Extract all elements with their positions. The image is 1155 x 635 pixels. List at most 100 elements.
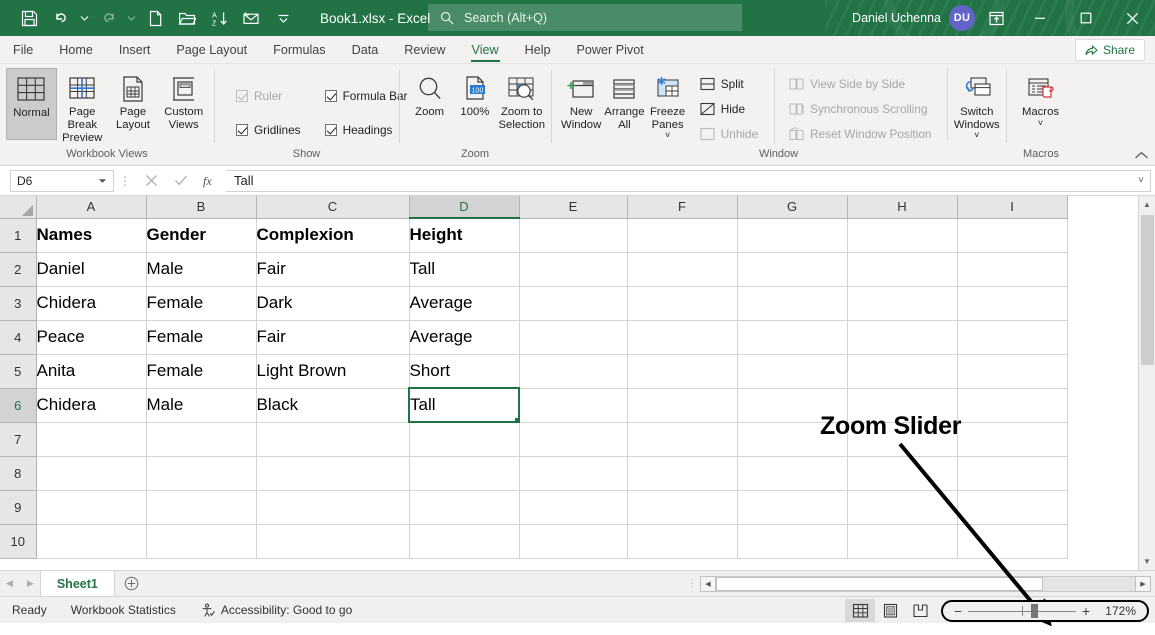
select-all-button[interactable] [0, 196, 36, 218]
name-box[interactable]: D6 [10, 170, 114, 192]
row-header-1[interactable]: 1 [0, 218, 36, 252]
expand-formula-bar-icon[interactable]: ˅ [1138, 175, 1150, 186]
collapse-ribbon-button[interactable] [1134, 151, 1149, 163]
new-file-icon[interactable] [140, 4, 170, 32]
split-button[interactable]: Split [696, 74, 762, 94]
cell-d10[interactable] [409, 524, 519, 558]
tab-help[interactable]: Help [512, 36, 564, 63]
cell-c5[interactable]: Light Brown [256, 354, 409, 388]
column-header-a[interactable]: A [36, 196, 146, 218]
macros-button[interactable]: Macros ˅ [1013, 68, 1069, 140]
cell-a3[interactable]: Chidera [36, 286, 146, 320]
custom-views-button[interactable]: Custom Views [158, 68, 209, 140]
column-header-c[interactable]: C [256, 196, 409, 218]
cell-h9[interactable] [847, 490, 957, 524]
cell-a6[interactable]: Chidera [36, 388, 146, 422]
cell-c1[interactable]: Complexion [256, 218, 409, 252]
cell-i8[interactable] [957, 456, 1067, 490]
cell-e7[interactable] [519, 422, 627, 456]
arrange-all-button[interactable]: Arrange All [603, 68, 645, 140]
cell-b4[interactable]: Female [146, 320, 256, 354]
row-header-5[interactable]: 5 [0, 354, 36, 388]
cell-c3[interactable]: Dark [256, 286, 409, 320]
column-header-d[interactable]: D [409, 196, 519, 218]
freeze-panes-button[interactable]: Freeze Panes ˅ [645, 68, 689, 140]
row-header-9[interactable]: 9 [0, 490, 36, 524]
page-break-preview-button-status[interactable] [905, 599, 935, 622]
cell-e1[interactable] [519, 218, 627, 252]
scroll-right-icon[interactable]: ▶ [1135, 576, 1151, 592]
cell-c6[interactable]: Black [256, 388, 409, 422]
cell-c7[interactable] [256, 422, 409, 456]
share-button[interactable]: Share [1075, 39, 1145, 61]
zoom-out-button[interactable]: − [948, 603, 968, 619]
headings-checkbox-icon[interactable] [325, 124, 337, 136]
cell-a10[interactable] [36, 524, 146, 558]
cell-a7[interactable] [36, 422, 146, 456]
cell-i6[interactable] [957, 388, 1067, 422]
cell-d5[interactable]: Short [409, 354, 519, 388]
email-icon[interactable] [236, 4, 266, 32]
cell-h3[interactable] [847, 286, 957, 320]
open-folder-icon[interactable] [172, 4, 202, 32]
zoom-slider-thumb[interactable] [1031, 604, 1038, 618]
add-sheet-button[interactable] [115, 571, 149, 596]
zoom-100-button[interactable]: 100 100% [452, 68, 497, 140]
cell-a4[interactable]: Peace [36, 320, 146, 354]
customize-qat-icon[interactable] [268, 4, 298, 32]
gridlines-checkbox-icon[interactable] [236, 124, 248, 136]
avatar[interactable]: DU [949, 5, 975, 31]
zoom-button[interactable]: Zoom [407, 68, 452, 140]
accessibility-status[interactable]: Accessibility: Good to go [188, 603, 364, 618]
horizontal-split-handle[interactable]: ⋮ [684, 571, 700, 596]
cell-h8[interactable] [847, 456, 957, 490]
cell-b8[interactable] [146, 456, 256, 490]
sheet-tab-sheet1[interactable]: Sheet1 [40, 571, 115, 596]
cell-c8[interactable] [256, 456, 409, 490]
undo-dropdown-icon[interactable] [78, 15, 91, 21]
cell-f6[interactable] [627, 388, 737, 422]
tab-page-layout[interactable]: Page Layout [163, 36, 260, 63]
cell-h4[interactable] [847, 320, 957, 354]
cell-f4[interactable] [627, 320, 737, 354]
cell-e3[interactable] [519, 286, 627, 320]
zoom-percentage[interactable]: 172% [1096, 604, 1142, 618]
horizontal-scroll-thumb[interactable] [716, 577, 1043, 591]
cell-b10[interactable] [146, 524, 256, 558]
cell-f9[interactable] [627, 490, 737, 524]
cell-f8[interactable] [627, 456, 737, 490]
freeze-panes-dropdown-icon[interactable]: ˅ [665, 132, 670, 139]
cell-g5[interactable] [737, 354, 847, 388]
cell-d7[interactable] [409, 422, 519, 456]
column-header-i[interactable]: I [957, 196, 1067, 218]
column-header-e[interactable]: E [519, 196, 627, 218]
cell-g1[interactable] [737, 218, 847, 252]
column-header-b[interactable]: B [146, 196, 256, 218]
formula-input[interactable]: Tall ˅ [226, 170, 1151, 192]
row-header-6[interactable]: 6 [0, 388, 36, 422]
cell-g9[interactable] [737, 490, 847, 524]
cell-g4[interactable] [737, 320, 847, 354]
tab-file[interactable]: File [0, 36, 46, 63]
cell-f1[interactable] [627, 218, 737, 252]
row-header-2[interactable]: 2 [0, 252, 36, 286]
cell-d2[interactable]: Tall [409, 252, 519, 286]
cell-i10[interactable] [957, 524, 1067, 558]
hide-button[interactable]: Hide [696, 99, 762, 119]
row-header-3[interactable]: 3 [0, 286, 36, 320]
row-header-8[interactable]: 8 [0, 456, 36, 490]
tab-power-pivot[interactable]: Power Pivot [564, 36, 657, 63]
cell-d4[interactable]: Average [409, 320, 519, 354]
cell-h1[interactable] [847, 218, 957, 252]
search-box[interactable]: Search (Alt+Q) [428, 4, 742, 31]
page-break-preview-button[interactable]: Page Break Preview [57, 68, 108, 145]
tab-review[interactable]: Review [391, 36, 458, 63]
cell-i3[interactable] [957, 286, 1067, 320]
cell-g8[interactable] [737, 456, 847, 490]
column-header-f[interactable]: F [627, 196, 737, 218]
cell-d8[interactable] [409, 456, 519, 490]
zoom-slider-track[interactable] [968, 604, 1076, 618]
cell-f5[interactable] [627, 354, 737, 388]
cell-e5[interactable] [519, 354, 627, 388]
tab-formulas[interactable]: Formulas [260, 36, 338, 63]
